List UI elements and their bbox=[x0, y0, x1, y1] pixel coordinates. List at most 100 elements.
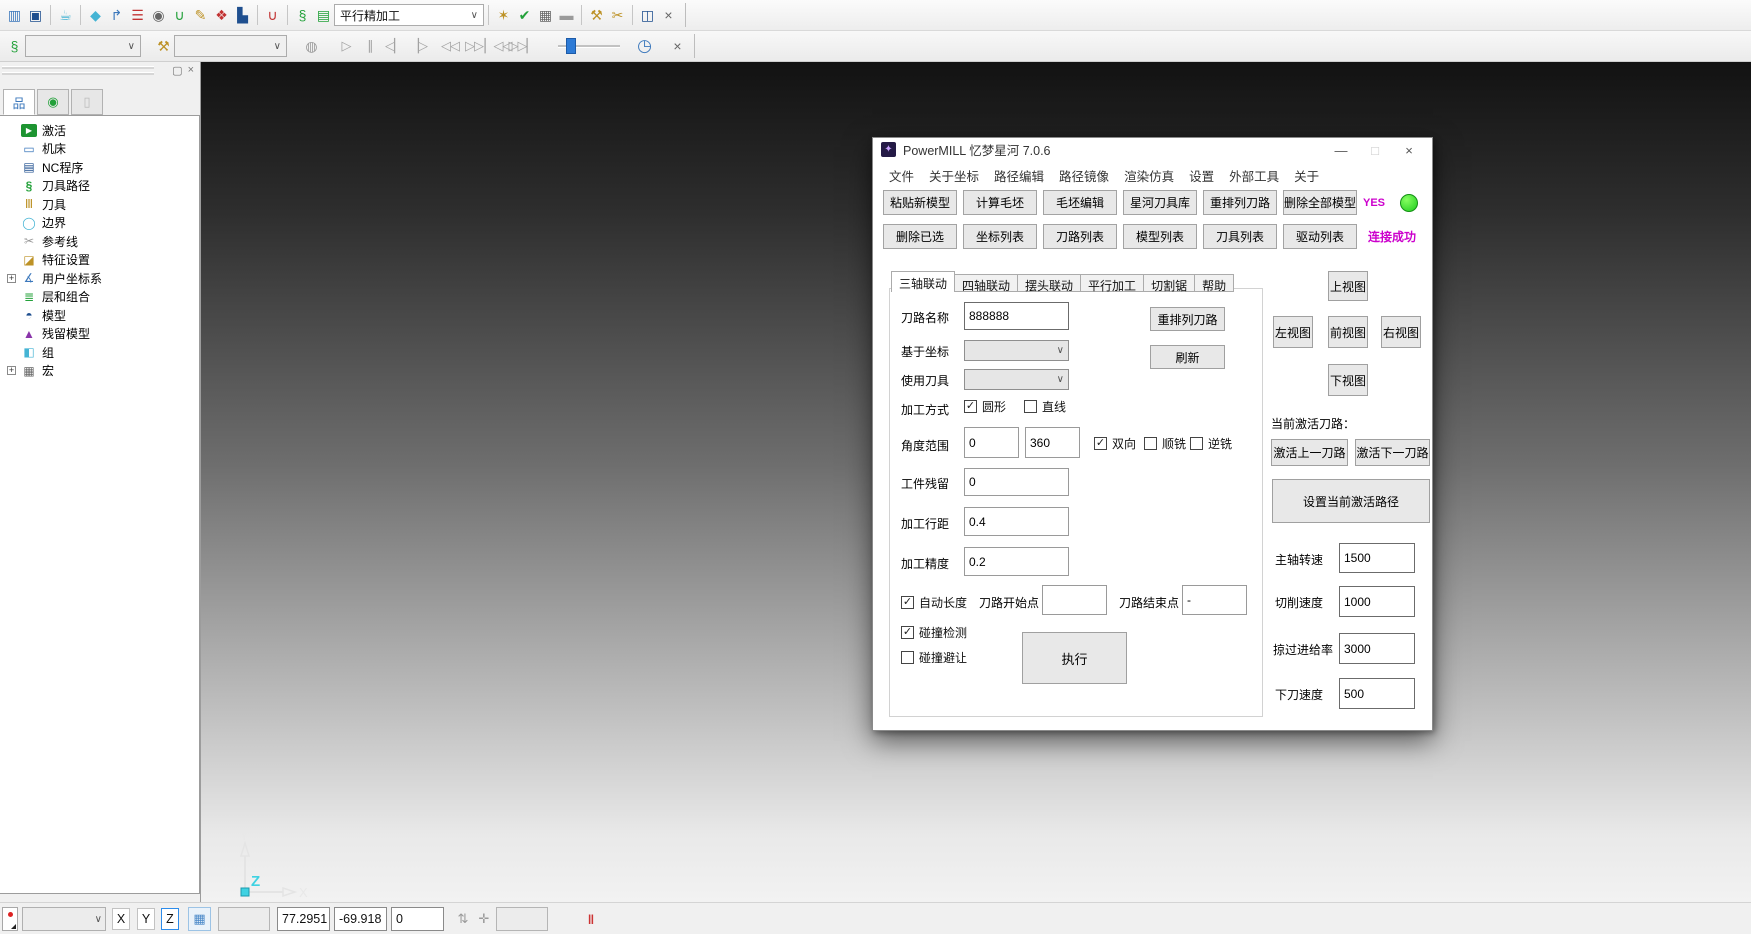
go-start-button[interactable]: ▏◁◁ bbox=[486, 35, 510, 57]
toolpath-spring-icon[interactable]: § bbox=[292, 4, 313, 26]
skim-feed-input[interactable]: 3000 bbox=[1339, 633, 1415, 664]
spindle-speed-input[interactable]: 1500 bbox=[1339, 543, 1415, 573]
compare-blocks-icon[interactable]: ◫ bbox=[637, 4, 658, 26]
toolpath-combobox[interactable]: ∨ bbox=[25, 35, 141, 57]
tree-item-tools[interactable]: Ⅲ刀具 bbox=[7, 195, 199, 214]
tab-tilt-head[interactable]: 摆头联动 bbox=[1017, 274, 1081, 292]
open-project-icon[interactable]: ▥ bbox=[4, 4, 25, 26]
tree-item-feature-sets[interactable]: ◪特征设置 bbox=[7, 251, 199, 270]
view-top-button[interactable]: 上视图 bbox=[1328, 271, 1368, 301]
point-distribution-icon[interactable]: ❖ bbox=[211, 4, 232, 26]
activate-next-toolpath-button[interactable]: 激活下一刀路 bbox=[1355, 439, 1430, 466]
tab-saw[interactable]: 切割锯 bbox=[1143, 274, 1195, 292]
tree-item-patterns[interactable]: ✂参考线 bbox=[7, 232, 199, 251]
tool-library-button[interactable]: 星河刀具库 bbox=[1123, 190, 1197, 215]
menu-file[interactable]: 文件 bbox=[889, 166, 914, 182]
set-active-path-button[interactable]: 设置当前激活路径 bbox=[1272, 479, 1430, 523]
step-forward-button[interactable]: ▕▷ bbox=[406, 35, 430, 57]
view-left-button[interactable]: 左视图 bbox=[1273, 316, 1313, 348]
globe-tab[interactable]: ◉ bbox=[37, 89, 69, 115]
tool-combobox[interactable]: ∨ bbox=[174, 35, 287, 57]
menu-external-tools[interactable]: 外部工具 bbox=[1229, 166, 1279, 182]
axis-z-button[interactable]: Z bbox=[161, 908, 179, 930]
menu-settings[interactable]: 设置 bbox=[1189, 166, 1214, 182]
auto-length-option[interactable]: ✓ 自动长度 bbox=[901, 594, 967, 611]
toolpath-strategy-icon[interactable]: ↱ bbox=[106, 4, 127, 26]
plunge-feed-input[interactable]: 500 bbox=[1339, 678, 1415, 709]
shaded-view-icon[interactable]: ☕ bbox=[55, 4, 76, 26]
expand-icon[interactable]: + bbox=[7, 274, 16, 283]
tab-4axis[interactable]: 四轴联动 bbox=[954, 274, 1018, 292]
probe-icon[interactable]: ✛ bbox=[476, 907, 492, 931]
create-block-icon[interactable]: ◆ bbox=[85, 4, 106, 26]
pause-indicator-icon[interactable]: ‖ bbox=[583, 907, 599, 931]
cutting-feed-input[interactable]: 1000 bbox=[1339, 586, 1415, 617]
execute-button[interactable]: 执行 bbox=[1022, 632, 1127, 684]
collision-avoid-checkbox[interactable] bbox=[901, 651, 914, 664]
delete-selected-button[interactable]: 删除已选 bbox=[883, 224, 957, 249]
model-list-button[interactable]: 模型列表 bbox=[1123, 224, 1197, 249]
tree-item-macros[interactable]: +▦宏 bbox=[7, 362, 199, 381]
coordinate-y-field[interactable]: -69.918 bbox=[334, 907, 387, 931]
conventional-checkbox[interactable] bbox=[1190, 437, 1203, 450]
active-tool-indicator[interactable] bbox=[2, 907, 18, 931]
tree-item-stock-models[interactable]: ▲残留模型 bbox=[7, 325, 199, 344]
speed-slider[interactable] bbox=[558, 35, 620, 57]
menu-path-mirror[interactable]: 路径镜像 bbox=[1059, 166, 1109, 182]
mode-circle-option[interactable]: ✓ 圆形 bbox=[964, 398, 1006, 415]
tab-help[interactable]: 帮助 bbox=[1194, 274, 1234, 292]
pause-button[interactable]: ∥ bbox=[358, 35, 382, 57]
clock-icon[interactable]: ◷ bbox=[634, 35, 655, 57]
menu-path-edit[interactable]: 路径编辑 bbox=[994, 166, 1044, 182]
toolbar-close-icon[interactable]: × bbox=[658, 4, 679, 26]
tree-item-toolpaths[interactable]: §刀具路径 bbox=[7, 177, 199, 196]
end-point-input[interactable]: - bbox=[1182, 585, 1247, 615]
climb-checkbox[interactable] bbox=[1144, 437, 1157, 450]
refresh-button[interactable]: 刷新 bbox=[1150, 345, 1225, 369]
climb-mill-option[interactable]: 顺铣 bbox=[1144, 435, 1186, 452]
tolerance-input[interactable]: 0.2 bbox=[964, 547, 1069, 576]
menu-coords[interactable]: 关于坐标 bbox=[929, 166, 979, 182]
maximize-button[interactable]: □ bbox=[1358, 140, 1392, 160]
tree-item-workplanes[interactable]: +∡用户坐标系 bbox=[7, 269, 199, 288]
line-checkbox[interactable] bbox=[1024, 400, 1037, 413]
measure-field[interactable] bbox=[496, 907, 548, 931]
save-project-icon[interactable]: ▣ bbox=[25, 4, 46, 26]
collision-check-option[interactable]: ✓ 碰撞检测 bbox=[901, 624, 967, 641]
paste-new-model-button[interactable]: 粘贴新模型 bbox=[883, 190, 957, 215]
view-front-button[interactable]: 前视图 bbox=[1328, 316, 1368, 348]
sidebar-grip[interactable]: ▢ × bbox=[2, 64, 196, 80]
activate-prev-toolpath-button[interactable]: 激活上一刀路 bbox=[1271, 439, 1348, 466]
grid-snap-button[interactable]: ▦ bbox=[188, 907, 211, 931]
tree-item-nc-programs[interactable]: ▤NC程序 bbox=[7, 158, 199, 177]
explorer-tab[interactable]: 品 bbox=[3, 89, 35, 115]
slider-handle[interactable] bbox=[566, 38, 576, 54]
tree-item-machine-tools[interactable]: ▭机床 bbox=[7, 140, 199, 159]
collision-avoid-option[interactable]: 碰撞避让 bbox=[901, 649, 967, 666]
rewind-button[interactable]: ◁◁ bbox=[438, 35, 462, 57]
tree-item-activate[interactable]: ▶激活 bbox=[7, 121, 199, 140]
play-button[interactable]: ▷ bbox=[334, 35, 358, 57]
tab-parallel[interactable]: 平行加工 bbox=[1080, 274, 1144, 292]
sort-list-icon[interactable]: ⇅ bbox=[455, 907, 471, 931]
calculator-icon[interactable]: ▦ bbox=[535, 4, 556, 26]
axis-y-button[interactable]: Y bbox=[137, 908, 155, 930]
simulate-check-icon[interactable]: ✔ bbox=[514, 4, 535, 26]
simulate-entry-icon[interactable]: ✶ bbox=[493, 4, 514, 26]
menu-render-sim[interactable]: 渲染仿真 bbox=[1124, 166, 1174, 182]
tree-item-groups[interactable]: ◧组 bbox=[7, 343, 199, 362]
start-point-input[interactable] bbox=[1042, 585, 1107, 615]
base-coord-dropdown[interactable]: ∨ bbox=[964, 340, 1069, 361]
drive-list-button[interactable]: 驱动列表 bbox=[1283, 224, 1357, 249]
toolbar-close-icon[interactable]: × bbox=[667, 35, 688, 57]
minimize-button[interactable]: — bbox=[1324, 140, 1358, 160]
use-tool-dropdown[interactable]: ∨ bbox=[964, 369, 1069, 390]
go-end-button[interactable]: ▷▷▏ bbox=[510, 35, 534, 57]
float-panel-icon[interactable]: ▢ bbox=[172, 64, 182, 77]
bulb-icon[interactable]: ◍ bbox=[301, 35, 322, 57]
view-right-button[interactable]: 右视图 bbox=[1381, 316, 1421, 348]
toolpath-name-input[interactable]: 888888 bbox=[964, 302, 1069, 330]
stepover-input[interactable]: 0.4 bbox=[964, 507, 1069, 536]
angle-min-input[interactable]: 0 bbox=[964, 427, 1019, 458]
nc-program-list-icon[interactable]: ☰ bbox=[127, 4, 148, 26]
